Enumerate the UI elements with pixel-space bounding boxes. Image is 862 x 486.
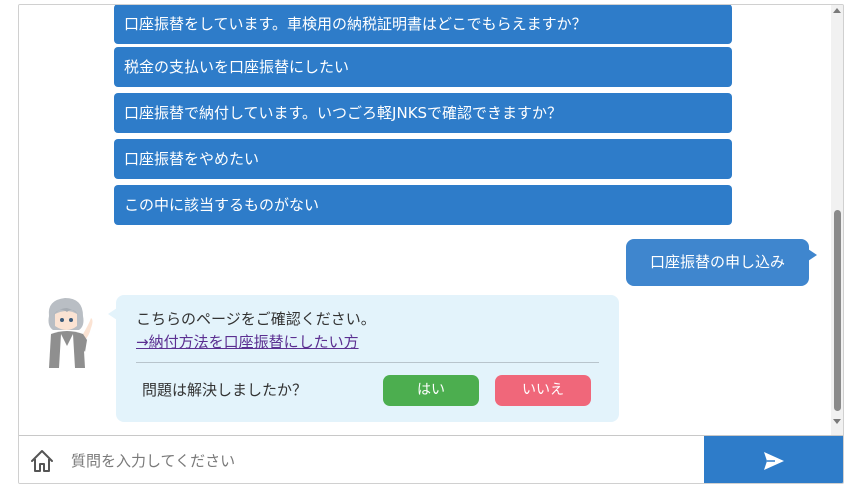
bot-avatar	[48, 298, 93, 368]
bot-message-bubble: こちらのページをご確認ください。 →納付方法を口座振替にしたい方 問題は解決しま…	[116, 295, 619, 422]
bot-message-text: こちらのページをご確認ください。	[136, 310, 376, 328]
home-icon[interactable]	[29, 448, 55, 474]
scroll-down-arrow-icon[interactable]	[833, 419, 841, 424]
chat-log: 口座振替をしています。車検用の納税証明書はどこでもらえますか？ 税金の支払いを口…	[19, 5, 831, 435]
user-message-bubble: 口座振替の申し込み	[626, 239, 809, 286]
scrollbar-thumb[interactable]	[834, 210, 841, 411]
user-bubble-tail	[808, 249, 817, 261]
input-bar	[19, 435, 843, 483]
send-icon	[764, 452, 784, 470]
chat-widget: 口座振替をしています。車検用の納税証明書はどこでもらえますか？ 税金の支払いを口…	[18, 4, 844, 484]
option-button[interactable]: この中に該当するものがない	[114, 185, 732, 225]
send-button[interactable]	[704, 436, 843, 483]
payment-method-link[interactable]: →納付方法を口座振替にしたい方	[136, 332, 359, 352]
option-button[interactable]: 口座振替をしています。車検用の納税証明書はどこでもらえますか？	[114, 5, 732, 44]
option-button[interactable]: 税金の支払いを口座振替にしたい	[114, 47, 732, 87]
resolved-question-label: 問題は解決しましたか？	[142, 381, 308, 399]
option-button[interactable]: 口座振替をやめたい	[114, 139, 732, 179]
divider	[136, 362, 599, 363]
scrollbar[interactable]	[831, 5, 843, 435]
question-input[interactable]	[69, 444, 693, 478]
option-button[interactable]: 口座振替で納付しています。いつごろ軽JNKSで確認できますか？	[114, 93, 732, 133]
scroll-up-arrow-icon[interactable]	[833, 8, 841, 13]
yes-button[interactable]: はい	[383, 375, 479, 406]
no-button[interactable]: いいえ	[495, 375, 591, 406]
